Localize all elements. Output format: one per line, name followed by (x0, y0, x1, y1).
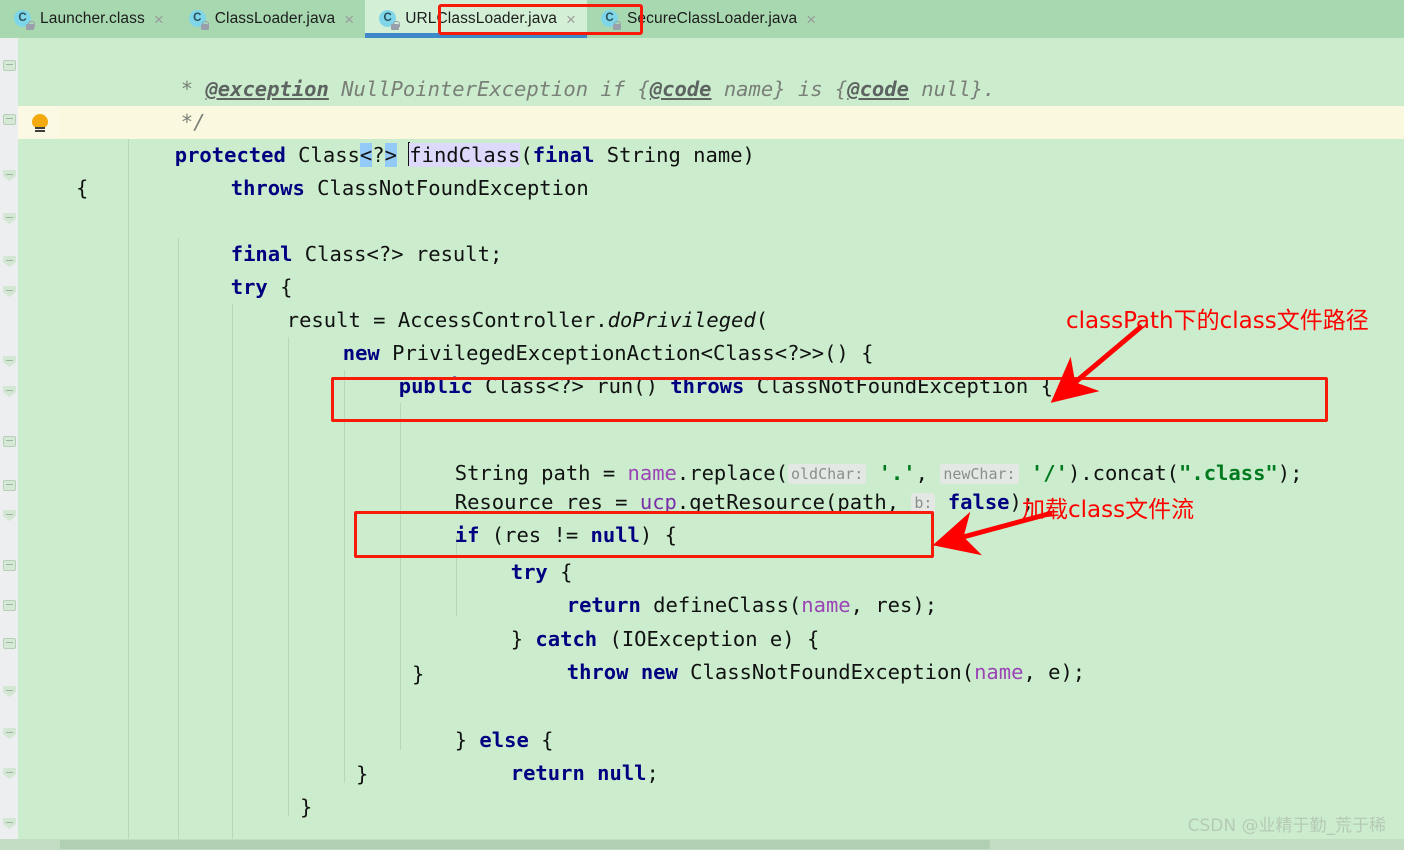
annotation-label-defineclass: 加载class文件流 (1022, 497, 1195, 523)
horizontal-scrollbar[interactable] (0, 839, 1404, 850)
tab-label: ClassLoader.java (214, 10, 336, 27)
lock-badge-icon (26, 20, 35, 30)
code-line: } (412, 662, 425, 686)
code-line: return defineClass(name, res); (566, 593, 938, 617)
close-icon[interactable]: × (806, 11, 816, 28)
tab-label: Launcher.class (40, 10, 145, 27)
code-line: throws ClassNotFoundException (230, 176, 589, 200)
code-line: { (76, 176, 89, 200)
editor-tab-bar: C Launcher.class × C ClassLoader.java × … (0, 0, 1404, 38)
lock-badge-icon (612, 20, 622, 30)
annotation-label-classpath: classPath下的class文件路径 (1066, 308, 1369, 334)
code-line: throw new ClassNotFoundException(name, e… (566, 660, 1086, 684)
code-line: return null; (510, 761, 659, 785)
code-line: protected Class<?> findClass(final Strin… (174, 142, 755, 167)
close-icon[interactable]: × (566, 11, 576, 28)
code-line: } else { (454, 728, 554, 752)
code-line: final Class<?> result; (230, 242, 503, 266)
code-editor-area[interactable]: * @exception NullPointerException if {@c… (0, 38, 1404, 850)
code-line: public Class<?> run() throws ClassNotFou… (398, 374, 1053, 398)
code-line: } catch (IOException e) { (510, 627, 820, 651)
code-line: } (300, 795, 313, 819)
tab-secureclassloader-java[interactable]: C SecureClassLoader.java × (587, 0, 827, 38)
code-line: * @exception NullPointerException if {@c… (180, 77, 996, 101)
code-line: new PrivilegedExceptionAction<Class<?>>(… (342, 341, 874, 365)
java-class-file-icon: C (188, 9, 210, 30)
tab-launcher-class[interactable]: C Launcher.class × (0, 0, 175, 38)
java-class-file-icon: C (379, 9, 400, 30)
lock-badge-icon (391, 20, 400, 30)
tab-classloader-java[interactable]: C ClassLoader.java × (175, 0, 365, 38)
tab-label: URLClassLoader.java (405, 10, 558, 27)
lock-badge-icon (200, 20, 210, 30)
tab-label: SecureClassLoader.java (626, 10, 798, 27)
java-class-file-icon: C (600, 9, 622, 30)
scrollbar-thumb[interactable] (60, 840, 990, 849)
annotation-box-string-path (331, 377, 1328, 422)
close-icon[interactable]: × (154, 11, 164, 28)
code-line: Resource res = ucp.getResource(path, b: … (454, 490, 1035, 514)
code-line: try { (230, 275, 293, 299)
editor-window: C Launcher.class × C ClassLoader.java × … (0, 0, 1404, 850)
code-line: } (356, 762, 369, 786)
csdn-watermark: CSDN @业精于勤_荒于稀 (1187, 816, 1386, 836)
close-icon[interactable]: × (344, 11, 354, 28)
code-line: result = AccessController.doPrivileged( (286, 308, 769, 332)
java-class-file-icon: C (14, 9, 35, 30)
annotation-box-define-class (354, 511, 934, 558)
tab-urlclassloader-java[interactable]: C URLClassLoader.java × (365, 0, 587, 38)
code-line: */ (180, 110, 206, 134)
source-code[interactable]: * @exception NullPointerException if {@c… (0, 38, 1404, 850)
